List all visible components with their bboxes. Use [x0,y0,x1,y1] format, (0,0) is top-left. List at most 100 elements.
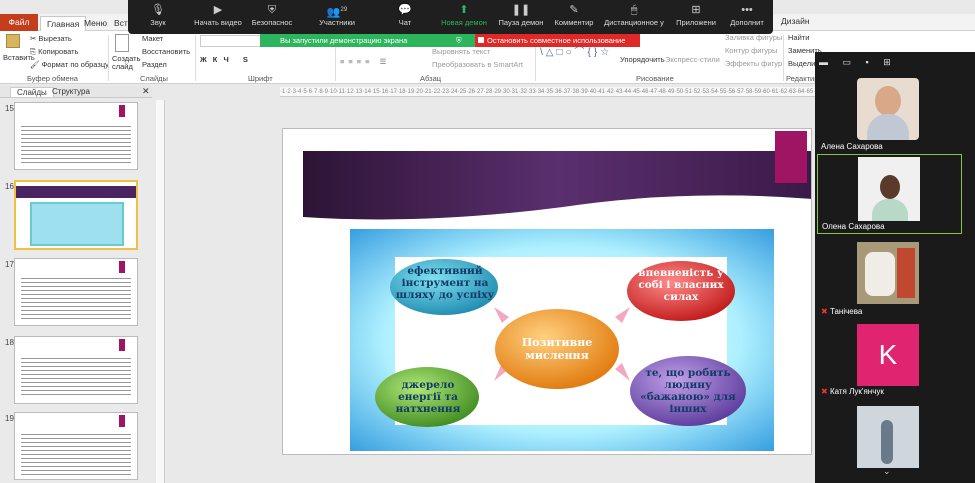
paragraph-group-label: Абзац [420,74,442,83]
text-center: Позитивне мислення [521,336,593,362]
audio-button[interactable]: 🎙 Звук [138,4,178,27]
shape-fill-button[interactable]: Заливка фигуры [725,33,782,42]
start-video-button[interactable]: ▶ Начать видео [188,4,248,27]
security-button[interactable]: ⛨ Безопаснос [248,4,296,27]
clipboard-group-label: Буфер обмена [27,74,78,83]
font-group-label: Шрифт [248,74,273,83]
align-text-button[interactable]: Выровнять текст [432,47,490,56]
participant-name: Танічева [829,307,863,316]
participant-tile[interactable]: Алена Сахарова [817,73,962,153]
thumb-text-lines [21,123,131,163]
thumb-accent [119,415,125,427]
thumb-number: 17 [5,260,14,269]
panel-tabs: Слайды Структура ✕ [0,86,152,98]
new-share-button[interactable]: ⬆ Новая демон [436,4,492,27]
participant-tile[interactable]: K ✖ Катя Лук'янчук [817,318,962,398]
pause-icon: ❚❚ [511,4,531,16]
shape-effects-button[interactable]: Эффекты фигур [725,59,782,68]
accent-block [775,131,807,183]
smartart-button[interactable]: Преобразовать в SmartArt [432,60,523,69]
pause-share-label: Пауза демон [498,18,544,27]
thumbnail-19[interactable] [14,412,138,480]
cut-button[interactable]: ✂ Вырезать [30,34,72,43]
apps-button[interactable]: ⊞ Приложени [673,4,719,27]
annotate-button[interactable]: ✎ Комментир [548,4,600,27]
shape-outline-button[interactable]: Контур фигуры [725,46,777,55]
slides-group-label: Слайды [140,74,168,83]
remote-control-button[interactable]: 🖱 Дистанционное у [601,4,667,27]
pause-share-button[interactable]: ❚❚ Пауза демон [494,4,548,27]
more-button[interactable]: ••• Дополнит [725,4,769,27]
arrange-button[interactable]: Упорядочить [620,55,665,64]
slide-canvas[interactable]: ефективний інструмент на шляху до успіху… [282,128,812,455]
participants-icon: 👥29 [326,6,348,19]
thumbnail-16[interactable] [14,180,138,250]
tab-file[interactable]: Файл [0,14,38,31]
annotate-icon: ✎ [569,4,579,16]
divider [108,35,109,81]
gallery-scroll-down-icon[interactable]: ⌄ [883,466,891,477]
format-painter-button[interactable]: 🖌 Формат по образцу [30,60,109,69]
copy-button[interactable]: ⎘ Копировать [30,47,78,57]
security-label: Безопаснос [251,18,293,27]
new-slide-icon [115,34,129,52]
thumb-band [16,186,136,198]
layout-button[interactable]: Макет [142,34,163,43]
paragraph-align-buttons[interactable]: ≡≡≡≡ ☰ [340,57,390,66]
shoulders-shape [867,114,909,140]
horse-shape [865,252,895,296]
text-bottom-right: те, що робить людину «бажаною» для інших [640,367,736,415]
tab-slides[interactable]: Слайды [10,87,54,98]
slide-thumbnails: 15 16 17 18 19 [0,98,152,483]
stop-icon [478,37,484,43]
participant-name: Алена Сахарова [821,142,883,151]
thumbnail-18[interactable] [14,336,138,404]
participant-tile-active[interactable]: Олена Сахарова [817,154,962,234]
font-format-buttons[interactable]: ЖКЧ S [200,55,254,64]
participants-count: 29 [340,7,348,13]
thumb-number: 19 [5,414,14,423]
apps-label: Приложени [676,18,716,27]
thumb-accent [119,105,125,117]
participant-tile[interactable]: ✖ Танічева [817,238,962,318]
quick-styles-button[interactable]: Экспресс-стили [665,55,720,64]
new-share-label: Новая демон [441,18,487,27]
text-top-right: впевненість у собі і власних силах [638,267,724,303]
divider [783,35,784,81]
participant-video [857,78,919,140]
close-panel-icon[interactable]: ✕ [142,86,150,97]
horizontal-ruler: ·1·2·3·4·5·6·7·8·9·10·11·12·13·14·15·16·… [280,87,820,97]
thumb-number: 18 [5,338,14,347]
reset-button[interactable]: Восстановить [142,47,190,56]
person-shape [881,420,893,464]
remote-control-label: Дистанционное у [604,18,664,27]
view-options-icon[interactable]: ▬ ▭ ▪ ⊞ [819,57,897,68]
zoom-toolbar: 🎙 Звук ▶ Начать видео ⛨ Безопаснос 👥29 Участ… [128,0,773,34]
more-label: Дополнит [730,18,764,27]
participant-name-row: ✖ Танічева [821,307,862,316]
tab-design[interactable]: Дизайн [775,14,816,29]
drawing-group-label: Рисование [636,74,674,83]
thumbnail-17[interactable] [14,258,138,326]
cut-label: Вырезать [38,34,72,43]
thumb-diagram [30,202,124,246]
apps-icon: ⊞ [691,4,701,16]
new-slide-button[interactable]: Создать слайд [112,55,142,71]
person-shape [897,248,915,298]
participant-video [857,406,919,468]
stop-share-button[interactable]: Остановить совместное использование [475,34,640,47]
face-shape [875,86,901,116]
participant-video [857,242,919,304]
find-button[interactable]: Найти [788,33,809,42]
tab-outline[interactable]: Структура [52,87,90,96]
section-button[interactable]: Раздел [142,60,167,69]
divider [195,35,196,81]
participants-button[interactable]: 👥29 Участники [312,4,362,27]
video-label: Начать видео [194,18,242,27]
chat-button[interactable]: 💬 Чат [390,4,420,27]
stop-share-label: Остановить совместное использование [487,36,626,45]
remote-control-icon: 🖱 [630,4,638,16]
avatar: K [857,324,919,386]
chat-label: Чат [398,18,412,27]
thumbnail-15[interactable] [14,102,138,170]
